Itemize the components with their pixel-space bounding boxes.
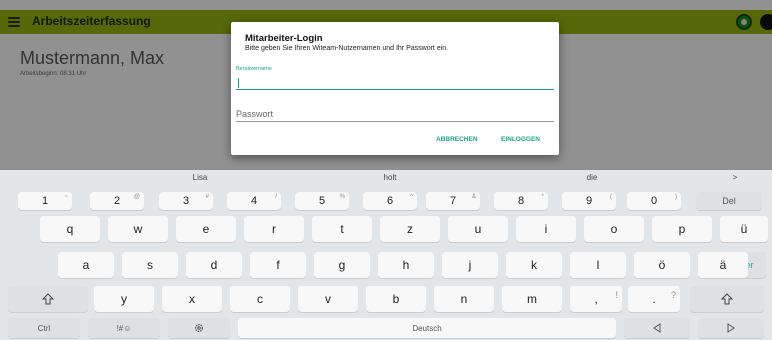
suggestion-1[interactable]: Lisa (193, 173, 208, 182)
text-cursor (238, 78, 239, 88)
key-hint: ~ (64, 194, 68, 200)
key-7[interactable]: 7 & (426, 192, 480, 210)
key-hint: & (471, 194, 476, 200)
key-a[interactable]: a (58, 252, 114, 278)
ctrl-key[interactable]: Ctrl (8, 318, 80, 338)
shift-icon (721, 293, 733, 305)
right-arrow-icon (727, 323, 735, 333)
key-hint: ^ (410, 194, 413, 200)
key-o[interactable]: o (584, 216, 644, 242)
right-arrow-key[interactable] (698, 318, 764, 338)
key-k[interactable]: k (506, 252, 562, 278)
key-t[interactable]: t (312, 216, 372, 242)
cancel-button[interactable]: ABBRECHEN (436, 136, 478, 143)
suggestion-2[interactable]: holt (384, 173, 397, 182)
key-period[interactable]: .? (628, 286, 680, 312)
key-4[interactable]: 4/ (227, 192, 281, 210)
key-label: 3 (182, 195, 190, 207)
shift-icon (42, 293, 54, 305)
key-label: 0 (650, 195, 658, 207)
key-hint: @ (133, 194, 140, 200)
key-l[interactable]: l (570, 252, 626, 278)
space-key[interactable]: Deutsch (238, 318, 616, 338)
key-label: 2 (113, 195, 121, 207)
key-u[interactable]: u (448, 216, 508, 242)
key-label: 1 (41, 195, 49, 207)
key-label: 4 (250, 195, 258, 207)
key-label: 6 (386, 195, 394, 207)
key-hint: % (339, 194, 345, 200)
key-ue[interactable]: ü (720, 216, 768, 242)
shift-key-right[interactable] (690, 286, 764, 312)
key-s[interactable]: s (122, 252, 178, 278)
key-h[interactable]: h (378, 252, 434, 278)
key-6[interactable]: 6 ^ (363, 192, 417, 210)
key-8[interactable]: 8 * (494, 192, 548, 210)
dialog-title: Mitarbeiter-Login (245, 33, 323, 44)
key-oe[interactable]: ö (634, 252, 690, 278)
shift-key-left[interactable] (8, 286, 88, 312)
key-label: , (594, 292, 598, 306)
key-f[interactable]: f (250, 252, 306, 278)
login-dialog: Mitarbeiter-Login Bitte geben Sie Ihren … (231, 22, 559, 155)
key-hint: * (541, 194, 544, 200)
key-hint: ? (670, 290, 676, 300)
key-v[interactable]: v (298, 286, 358, 312)
key-5[interactable]: 5% (295, 192, 349, 210)
key-c[interactable]: c (230, 286, 290, 312)
suggestion-3[interactable]: die (587, 173, 598, 182)
gear-icon (194, 323, 204, 333)
password-input[interactable] (236, 106, 554, 122)
settings-key[interactable] (168, 318, 230, 338)
key-z[interactable]: z (380, 216, 440, 242)
key-label: . (652, 292, 656, 306)
key-m[interactable]: m (502, 286, 562, 312)
key-2[interactable]: 2 @ (90, 192, 144, 210)
key-9[interactable]: 9( (562, 192, 616, 210)
key-hint: # (205, 194, 209, 200)
key-i[interactable]: i (516, 216, 576, 242)
suggestions-more[interactable]: > (733, 173, 738, 182)
key-label: 7 (449, 195, 457, 207)
delete-key[interactable]: Del (696, 192, 762, 210)
onscreen-keyboard: Lisa holt die > 1 ~ 2 @ 3 # 4/ 5% 6 ^ 7 & 8 * … (0, 170, 772, 340)
key-r[interactable]: r (244, 216, 304, 242)
left-arrow-icon (653, 323, 661, 333)
key-label: 9 (585, 195, 593, 207)
suggestion-bar: Lisa holt die > (0, 170, 772, 186)
key-w[interactable]: w (108, 216, 168, 242)
username-label: Benutzername (236, 66, 272, 72)
key-ae[interactable]: ä (698, 252, 748, 278)
key-p[interactable]: p (652, 216, 712, 242)
key-hint: ( (610, 194, 612, 200)
key-n[interactable]: n (434, 286, 494, 312)
username-input[interactable] (236, 73, 554, 90)
key-x[interactable]: x (162, 286, 222, 312)
key-hint: ) (675, 194, 677, 200)
symbols-key[interactable]: !#☺ (88, 318, 160, 338)
login-button[interactable]: EINLOGGEN (501, 136, 540, 143)
key-g[interactable]: g (314, 252, 370, 278)
key-3[interactable]: 3 # (159, 192, 213, 210)
key-comma[interactable]: ,! (570, 286, 622, 312)
key-label: Del (722, 196, 736, 206)
key-1[interactable]: 1 ~ (18, 192, 72, 210)
key-d[interactable]: d (186, 252, 242, 278)
key-b[interactable]: b (366, 286, 426, 312)
key-label: 8 (517, 195, 525, 207)
key-y[interactable]: y (94, 286, 154, 312)
key-hint: ! (615, 290, 618, 300)
dialog-subtitle: Bitte geben Sie Ihren Witeam-Nutzernamen… (245, 45, 449, 52)
left-arrow-key[interactable] (624, 318, 690, 338)
key-0[interactable]: 0) (627, 192, 681, 210)
key-j[interactable]: j (442, 252, 498, 278)
key-label: 5 (318, 195, 326, 207)
key-e[interactable]: e (176, 216, 236, 242)
key-hint: / (275, 194, 277, 200)
key-q[interactable]: q (40, 216, 100, 242)
